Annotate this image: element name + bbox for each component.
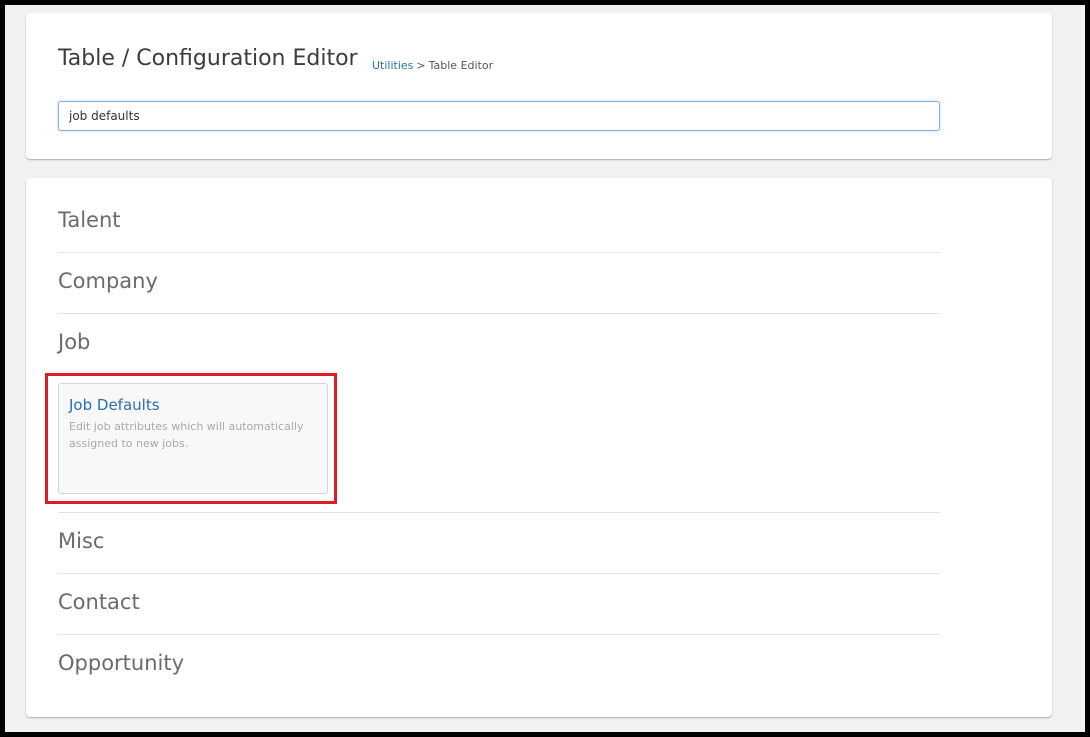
section-job[interactable]: Job	[58, 330, 940, 358]
job-defaults-card[interactable]: Job Defaults Edit job attributes which w…	[58, 383, 328, 494]
divider	[58, 573, 940, 574]
divider	[58, 512, 940, 513]
section-label: Talent	[58, 208, 121, 232]
breadcrumb-separator: >	[416, 59, 426, 72]
divider	[58, 634, 940, 635]
breadcrumb: Utilities > Table Editor	[372, 59, 493, 72]
section-label: Opportunity	[58, 651, 185, 675]
section-opportunity[interactable]: Opportunity	[58, 651, 940, 679]
section-label: Contact	[58, 590, 140, 614]
section-misc[interactable]: Misc	[58, 529, 940, 557]
breadcrumb-link-utilities[interactable]: Utilities	[372, 59, 413, 72]
section-company[interactable]: Company	[58, 269, 940, 297]
section-label: Misc	[58, 529, 105, 553]
section-talent[interactable]: Talent	[58, 208, 940, 236]
page-title: Table / Configuration Editor	[58, 46, 358, 71]
job-defaults-description: Edit job attributes which will automatic…	[69, 420, 304, 450]
divider	[58, 313, 940, 314]
job-defaults-title[interactable]: Job Defaults	[69, 396, 160, 414]
breadcrumb-current: Table Editor	[428, 59, 494, 72]
divider	[58, 252, 940, 253]
header-card: Table / Configuration Editor Utilities > T…	[26, 13, 1052, 159]
table-list-card: Talent Company Job Job Defaults Edit job…	[26, 178, 1052, 717]
section-contact[interactable]: Contact	[58, 590, 940, 618]
app-frame: Table / Configuration Editor Utilities > T…	[0, 0, 1090, 737]
search-input[interactable]	[58, 101, 940, 131]
section-label: Job	[58, 330, 91, 354]
section-label: Company	[58, 269, 158, 293]
